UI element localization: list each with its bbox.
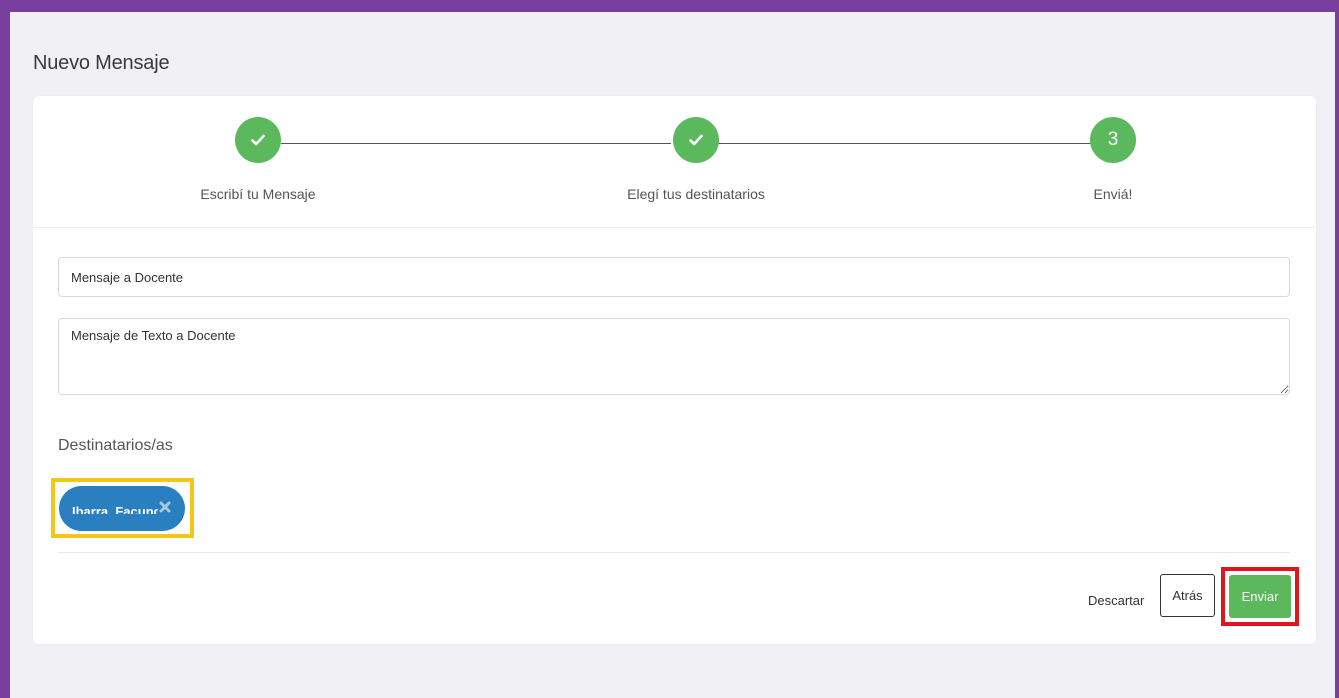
subject-input[interactable] <box>58 257 1290 297</box>
discard-button[interactable]: Descartar <box>1088 583 1144 619</box>
recipients-label: Destinatarios/as <box>58 437 173 454</box>
step-1-indicator <box>235 117 281 163</box>
close-icon[interactable] <box>158 500 172 514</box>
step-2-label: Elegí tus destinatarios <box>627 186 765 202</box>
step-3-number: 3 <box>1107 129 1119 150</box>
step-3-indicator: 3 <box>1090 117 1136 163</box>
footer-divider <box>58 552 1290 553</box>
stepper: 3 Escribí tu Mensaje Elegí tus destinata… <box>33 96 1316 228</box>
step-connector-1 <box>281 143 671 144</box>
back-button[interactable]: Atrás <box>1160 574 1215 617</box>
step-3-label: Enviá! <box>1093 186 1133 202</box>
send-button[interactable]: Enviar <box>1229 575 1291 618</box>
step-1-label: Escribí tu Mensaje <box>200 186 316 202</box>
page-title: Nuevo Mensaje <box>33 52 170 74</box>
check-icon <box>251 134 265 146</box>
recipient-chip-label: Ibarra, Facundo <box>72 503 158 514</box>
check-icon <box>689 134 703 146</box>
new-message-card: 3 Escribí tu Mensaje Elegí tus destinata… <box>33 96 1316 644</box>
recipient-chip[interactable]: Ibarra, Facundo <box>59 486 185 531</box>
message-body-textarea[interactable]: Mensaje de Texto a Docente <box>58 318 1290 395</box>
step-2-indicator <box>673 117 719 163</box>
step-connector-2 <box>717 143 1107 144</box>
app-frame: Nuevo Mensaje 3 Escribí tu Mensaje Elegí… <box>10 12 1335 698</box>
